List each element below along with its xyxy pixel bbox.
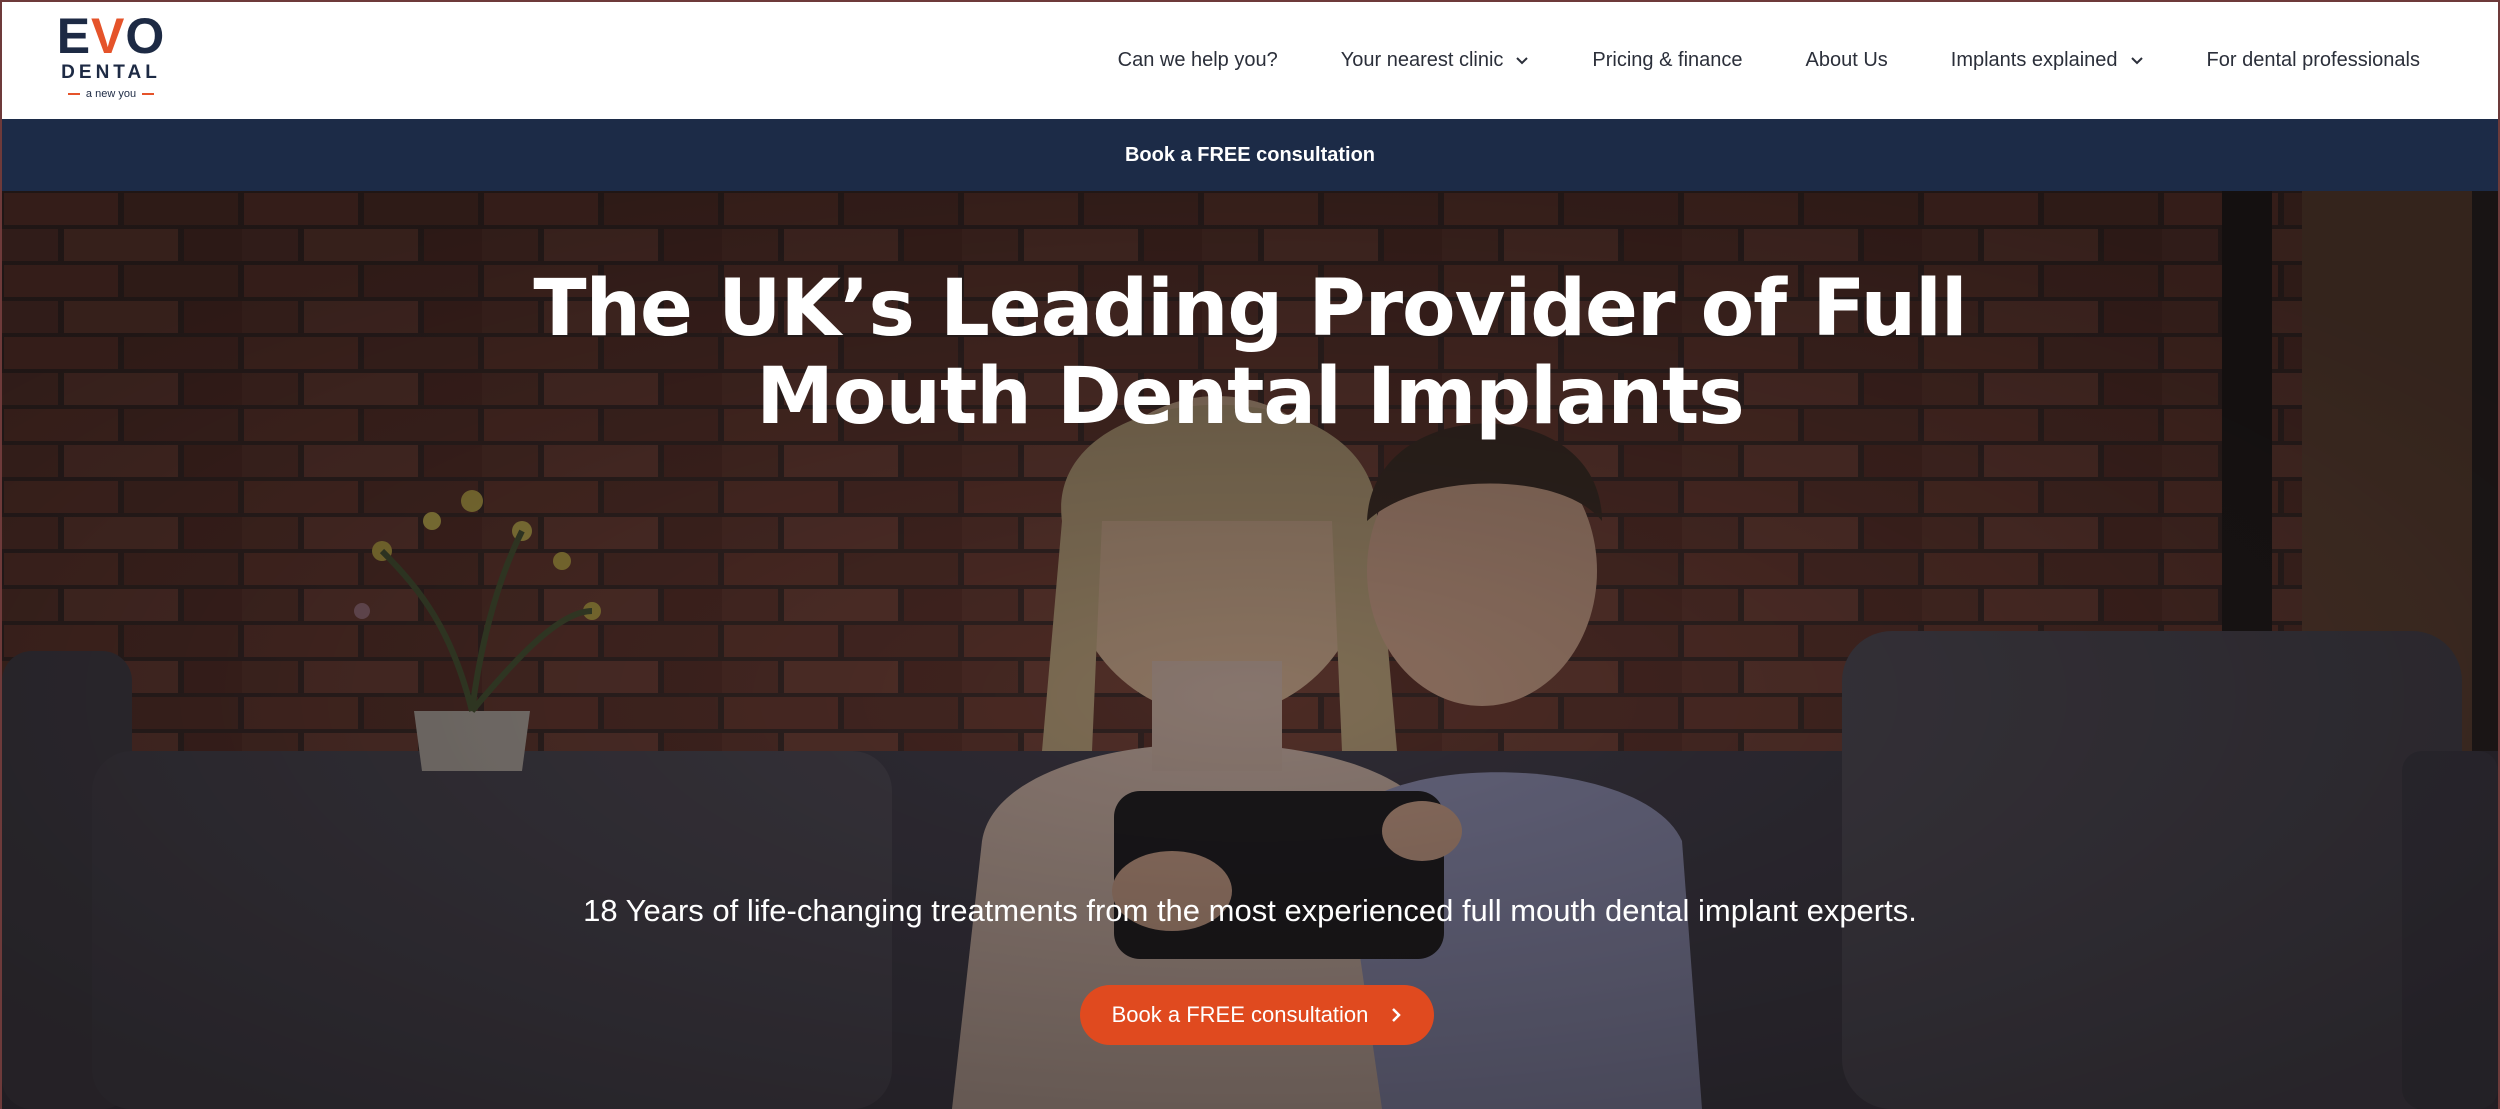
- logo-letter-o: O: [125, 8, 166, 64]
- site-header: EVO DENTAL a new you Can we help you? Yo…: [2, 2, 2498, 119]
- nav-label: About Us: [1805, 49, 1888, 71]
- logo-subword: DENTAL: [61, 62, 161, 83]
- main-nav: Can we help you? Your nearest clinic Pri…: [1055, 2, 2420, 119]
- chevron-right-icon: [1392, 1008, 1402, 1022]
- hero-subtitle: 18 Years of life-changing treatments fro…: [583, 893, 1917, 928]
- hero-book-consultation-button[interactable]: Book a FREE consultation: [1080, 985, 1434, 1045]
- logo-letter-v: V: [91, 8, 126, 64]
- nav-label: For dental professionals: [2206, 49, 2420, 71]
- hero-title: The UK’s Leading Provider of Full Mouth …: [2, 265, 2498, 441]
- nav-item-implants-explained[interactable]: Implants explained: [1951, 49, 2144, 72]
- hero-section: The UK’s Leading Provider of Full Mouth …: [2, 191, 2498, 1109]
- logo-tagline: a new you: [67, 88, 155, 100]
- tagline-dash-left: [67, 93, 80, 95]
- logo-letter-e: E: [56, 8, 92, 64]
- hero-title-line-2: Mouth Dental Implants: [756, 352, 1744, 442]
- nav-item-dental-professionals[interactable]: For dental professionals: [2207, 49, 2420, 72]
- evo-dental-logo[interactable]: EVO DENTAL a new you: [56, 8, 166, 106]
- nav-item-help[interactable]: Can we help you?: [1118, 49, 1278, 72]
- consultation-banner: Book a FREE consultation: [2, 119, 2498, 191]
- tagline-text: a new you: [85, 88, 137, 100]
- tagline-dash-right: [142, 93, 155, 95]
- nav-item-about[interactable]: About Us: [1806, 49, 1888, 72]
- nav-label: Implants explained: [1950, 49, 2118, 71]
- nav-item-pricing[interactable]: Pricing & finance: [1592, 49, 1742, 72]
- chevron-down-icon: [2130, 56, 2143, 64]
- cta-label: Book a FREE consultation: [1111, 1002, 1369, 1027]
- nav-label: Pricing & finance: [1592, 49, 1743, 71]
- chevron-down-icon: [1516, 56, 1529, 64]
- logo-wordmark: EVO: [56, 8, 166, 64]
- hero-title-line-1: The UK’s Leading Provider of Full: [533, 264, 1967, 354]
- nav-label: Can we help you?: [1117, 49, 1278, 71]
- nav-label: Your nearest clinic: [1340, 49, 1504, 71]
- banner-book-consultation-link[interactable]: Book a FREE consultation: [1125, 144, 1375, 167]
- nav-item-nearest-clinic[interactable]: Your nearest clinic: [1341, 49, 1530, 72]
